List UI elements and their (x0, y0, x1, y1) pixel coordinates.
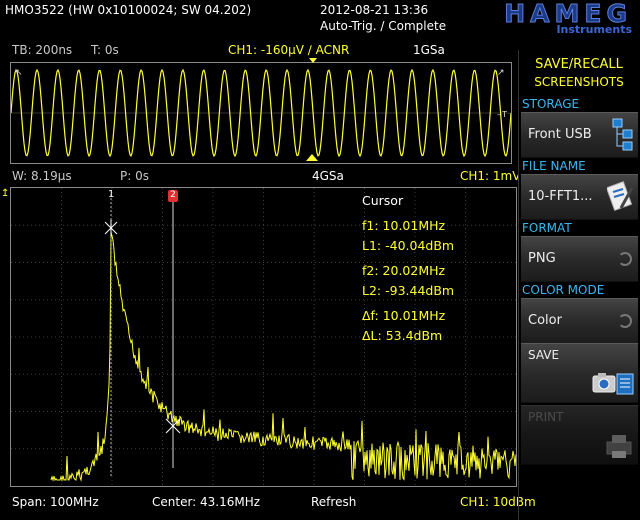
colormode-section-label: COLOR MODE (522, 283, 605, 297)
edit-name-icon (607, 181, 634, 211)
print-button[interactable]: PRINT (521, 405, 638, 465)
format-value: PNG (528, 251, 556, 266)
brand-subtitle: Instruments (556, 23, 632, 36)
colormode-button[interactable]: Color (521, 298, 638, 344)
menu-title: SAVE/RECALL (535, 57, 623, 72)
cursor2-label: 2 (170, 190, 176, 200)
datetime: 2012-08-21 13:36 (320, 3, 429, 17)
cursor-f1: f1: 10.01MHz (362, 218, 446, 233)
cursor-readout-panel: Cursor f1: 10.01MHz L1: -40.04dBm f2: 20… (362, 193, 512, 343)
trigger-position-bottom-icon (306, 154, 318, 161)
brand-logo: HAMEG Instruments (452, 0, 638, 36)
cursor-title: Cursor (362, 193, 404, 208)
device-info: HMO3522 (HW 0x10100024; SW 04.202) (5, 3, 252, 17)
trigger-level-marker: ‒T (497, 110, 507, 119)
trigger-status: Auto-Trig. / Complete (320, 19, 447, 33)
filename-button[interactable]: 10-FFT1... (521, 174, 638, 220)
zoom-samplerate-readout: 4GSa (312, 169, 344, 183)
waveform-display[interactable]: ↖ ↗ ‒T (10, 62, 512, 164)
storage-value: Front USB (528, 127, 592, 142)
cursor-l2: L2: -93.44dBm (362, 283, 455, 298)
colormode-value: Color (528, 313, 562, 328)
usb-tree-icon (612, 118, 633, 151)
right-edge-marker: ↗ (497, 68, 505, 78)
rotate-select-icon (618, 252, 632, 266)
menu-subtitle: SCREENSHOTS (534, 75, 624, 89)
printer-icon (606, 435, 632, 458)
cursor-l1: L1: -40.04dBm (362, 238, 455, 253)
rotate-select-icon (618, 314, 632, 328)
mode-readout[interactable]: Refresh (311, 496, 356, 508)
spectrum-ref-marker: ↥ (1, 188, 10, 199)
filename-value: 10-FFT1... (528, 189, 593, 204)
cursor2-tag[interactable]: 2 (168, 190, 178, 202)
save-label: SAVE (528, 348, 560, 362)
cursor1-marker-icon (104, 220, 118, 236)
format-section-label: FORMAT (522, 221, 572, 235)
cursor-delta-l: ΔL: 53.4dBm (362, 328, 443, 343)
cursor1-label[interactable]: 1 (108, 190, 114, 200)
camera-save-icon (592, 373, 634, 395)
storage-button[interactable]: Front USB (521, 112, 638, 158)
storage-section-label: STORAGE (522, 97, 580, 111)
samplerate-readout: 1GSa (413, 43, 445, 57)
channel-readout[interactable]: CH1: -160µV ∕ ACNR (228, 44, 349, 56)
trigger-position-top-icon (309, 58, 317, 63)
cursor-f2: f2: 20.02MHz (362, 263, 446, 278)
timebase-readout[interactable]: TB: 200ns (12, 44, 72, 56)
save-button[interactable]: SAVE (521, 343, 638, 403)
center-readout[interactable]: Center: 43.16MHz (152, 496, 260, 508)
span-readout[interactable]: Span: 100MHz (12, 496, 99, 508)
waveform-svg: ↖ ↗ ‒T (10, 68, 512, 158)
format-button[interactable]: PNG (521, 236, 638, 282)
zoom-position-readout[interactable]: P: 0s (120, 170, 149, 182)
time-offset-readout[interactable]: T: 0s (91, 44, 119, 56)
zoom-channel-readout[interactable]: CH1: 1mV (460, 170, 518, 182)
left-edge-marker: ↖ (15, 68, 23, 78)
zoom-window-readout[interactable]: W: 8.19µs (12, 170, 72, 182)
cursor-delta-f: Δf: 10.01MHz (362, 308, 446, 323)
filename-section-label: FILE NAME (522, 159, 586, 173)
print-label: PRINT (528, 410, 564, 424)
